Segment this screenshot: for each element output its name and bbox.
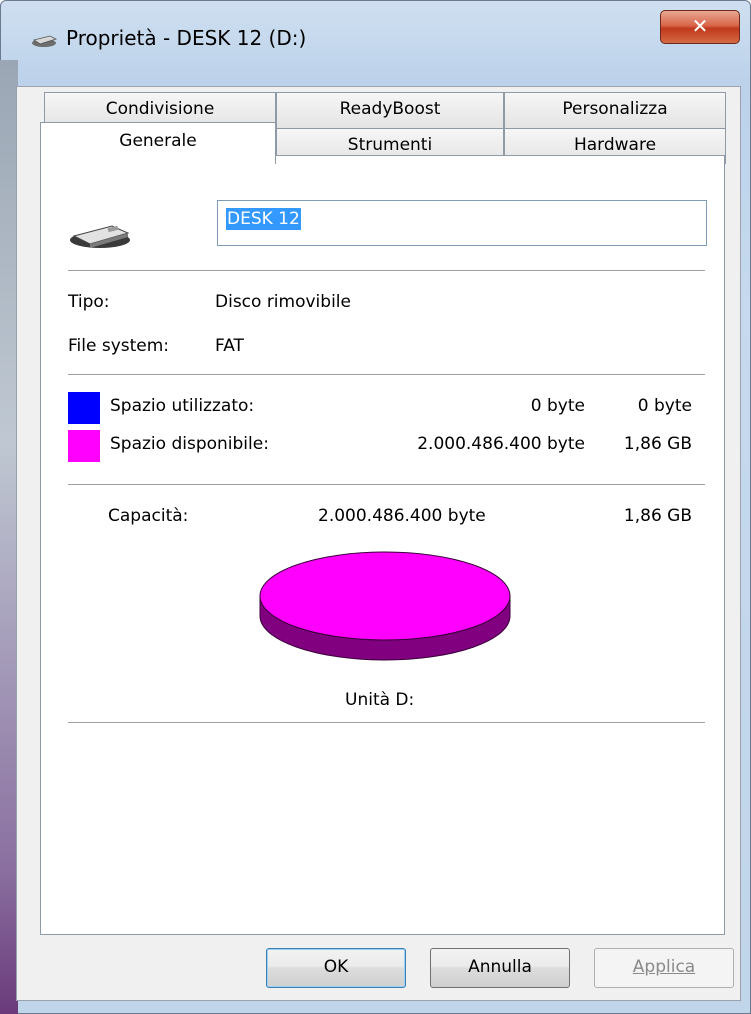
used-space-label: Spazio utilizzato: bbox=[110, 396, 255, 416]
title-bar[interactable]: Proprietà - DESK 12 (D:) ✕ bbox=[0, 0, 751, 76]
free-space-size: 1,86 GB bbox=[623, 434, 692, 454]
divider bbox=[68, 484, 705, 485]
close-icon: ✕ bbox=[691, 14, 709, 38]
file-system-value: FAT bbox=[215, 336, 244, 356]
volume-label-text: DESK 12 bbox=[226, 208, 301, 230]
free-space-bytes: 2.000.486.400 byte bbox=[417, 434, 585, 454]
divider bbox=[68, 374, 705, 375]
cancel-button[interactable]: Annulla bbox=[430, 948, 570, 988]
apply-label: Applica bbox=[632, 957, 696, 977]
capacity-size: 1,86 GB bbox=[623, 506, 692, 526]
file-system-label: File system: bbox=[68, 336, 170, 356]
generale-tab-panel bbox=[40, 155, 725, 935]
capacity-label: Capacità: bbox=[108, 506, 189, 526]
removable-drive-icon bbox=[32, 35, 58, 47]
divider bbox=[68, 722, 705, 723]
close-button[interactable]: ✕ bbox=[660, 10, 740, 44]
volume-label-input[interactable]: DESK 12 bbox=[217, 200, 707, 246]
disk-usage-pie bbox=[259, 551, 511, 661]
type-value: Disco rimovibile bbox=[215, 292, 351, 312]
divider bbox=[68, 270, 705, 271]
tab-personalizza[interactable]: Personalizza bbox=[504, 92, 726, 128]
used-space-size: 0 byte bbox=[637, 396, 692, 416]
free-space-pie-top bbox=[259, 551, 511, 641]
removable-drive-icon bbox=[70, 225, 130, 248]
window-title: Proprietà - DESK 12 (D:) bbox=[66, 26, 307, 50]
used-space-swatch bbox=[68, 392, 100, 424]
apply-button[interactable]: Applica bbox=[594, 948, 734, 988]
ok-button[interactable]: OK bbox=[266, 948, 406, 988]
free-space-label: Spazio disponibile: bbox=[110, 434, 269, 454]
tab-readyboost[interactable]: ReadyBoost bbox=[276, 92, 504, 128]
type-label: Tipo: bbox=[68, 292, 110, 312]
tab-generale[interactable]: Generale bbox=[40, 122, 276, 164]
capacity-bytes: 2.000.486.400 byte bbox=[318, 506, 486, 526]
drive-caption: Unità D: bbox=[345, 690, 415, 710]
free-space-swatch bbox=[68, 430, 100, 462]
used-space-bytes: 0 byte bbox=[530, 396, 585, 416]
